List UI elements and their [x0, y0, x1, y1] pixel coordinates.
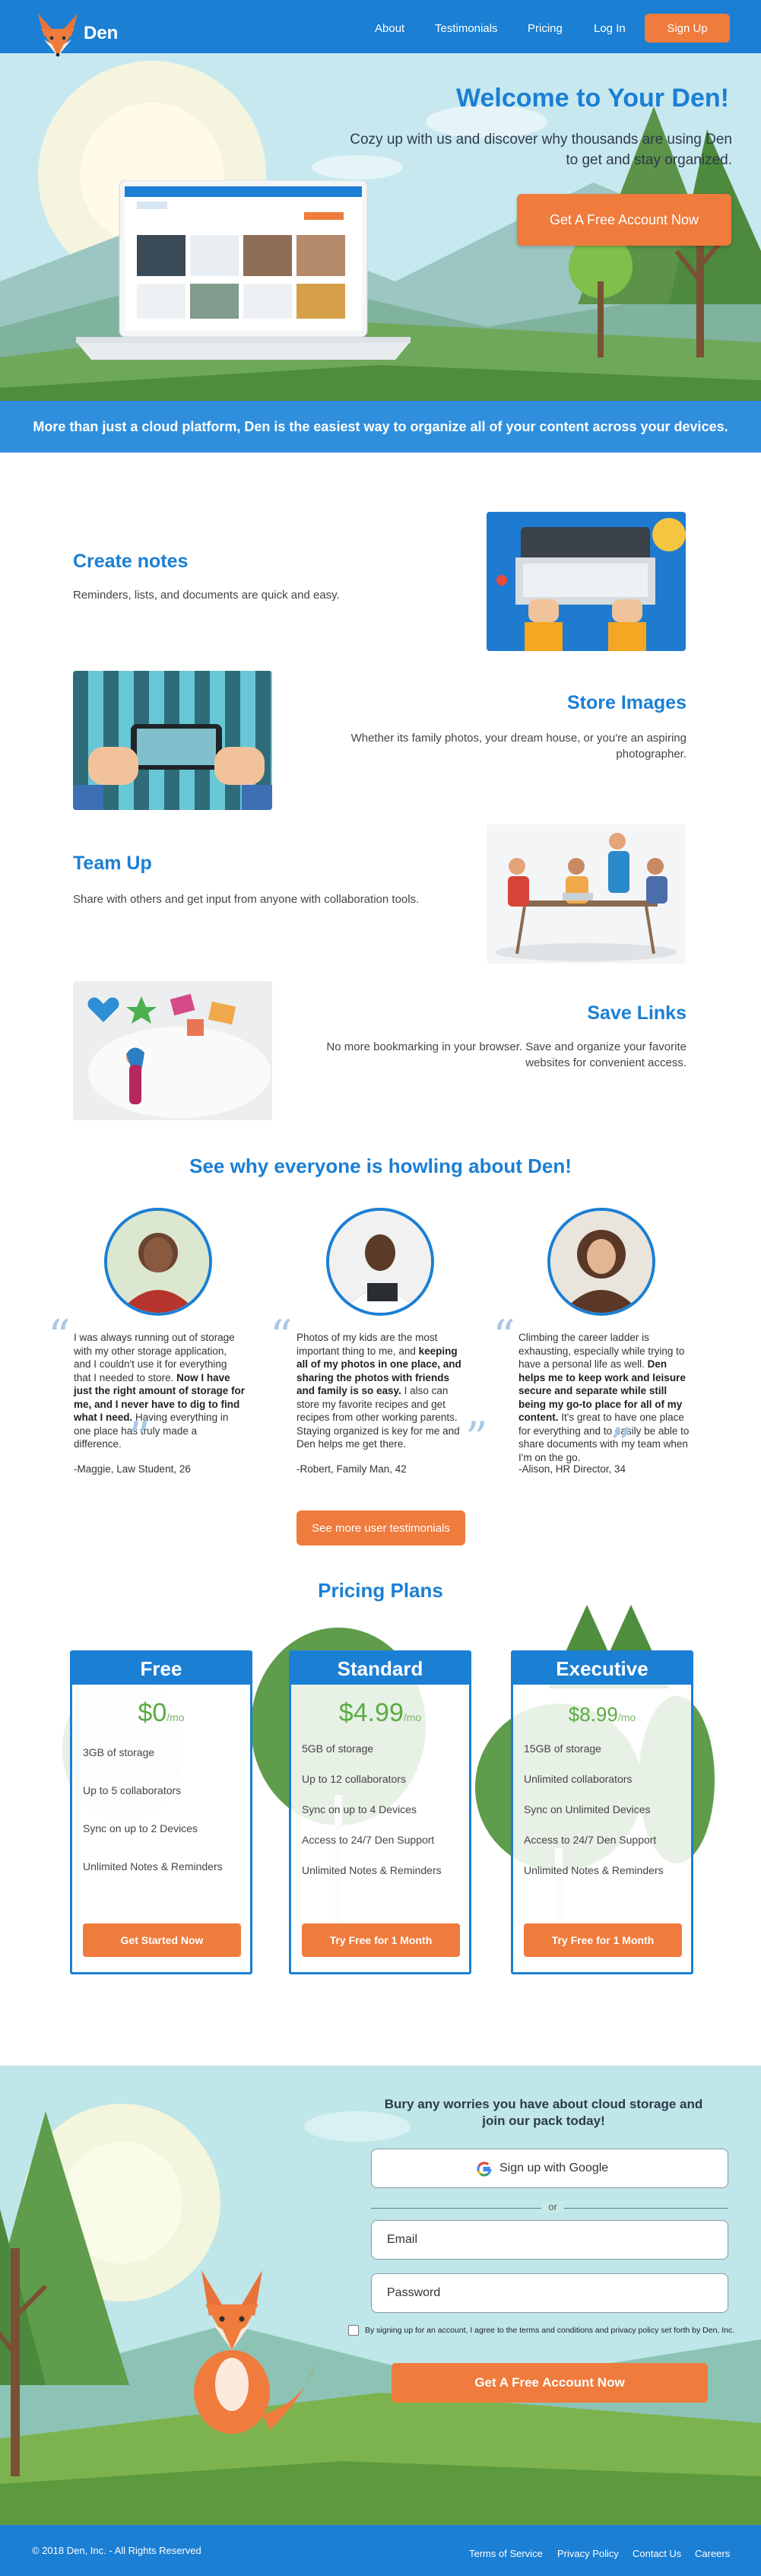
feature-text-images: Whether its family photos, your dream ho… — [350, 732, 686, 761]
footer-link-careers[interactable]: Careers — [695, 2548, 730, 2559]
testimonial-quote-alison: Climbing the career ladder is exhausting… — [518, 1331, 690, 1464]
testimonial-author: -Maggie, Law Student, 26 — [74, 1463, 191, 1475]
avatar-maggie — [104, 1208, 212, 1316]
hero-subtitle: Cozy up with us and discover why thousan… — [350, 132, 732, 168]
feature-title-team: Team Up — [73, 853, 152, 874]
footer-link-terms[interactable]: Terms of Service — [469, 2548, 543, 2559]
feature-title-notes: Create notes — [73, 551, 189, 572]
avatar-alison — [547, 1208, 655, 1316]
plan-feature: Unlimited Notes & Reminders — [524, 1864, 664, 1876]
notes-image — [487, 512, 686, 651]
signup-button[interactable]: Sign Up — [645, 14, 730, 43]
hero-title: Welcome to Your Den! — [456, 84, 729, 113]
testimonial-quote-maggie: I was always running out of storage with… — [74, 1331, 245, 1451]
plan-executive: Executive $8.99/mo 15GB of storage Unlim… — [511, 1650, 693, 1974]
footer-link-privacy[interactable]: Privacy Policy — [557, 2548, 619, 2559]
feature-title-links: Save Links — [587, 1002, 686, 1024]
plan-feature: Sync on up to 2 Devices — [83, 1822, 198, 1834]
nav-about[interactable]: About — [375, 22, 404, 35]
copyright: © 2018 Den, Inc. - All Rights Reserved — [32, 2545, 201, 2556]
plan-feature: 15GB of storage — [524, 1742, 601, 1755]
quote-open-icon: “ — [493, 1310, 515, 1362]
email-placeholder: Email — [387, 2233, 418, 2246]
avatar-robert — [326, 1208, 434, 1316]
password-field[interactable]: Password — [371, 2273, 728, 2313]
google-signup-label: Sign up with Google — [499, 2161, 609, 2174]
quote-open-icon: “ — [270, 1310, 293, 1362]
testimonial-author: -Robert, Family Man, 42 — [296, 1463, 407, 1475]
nav-pricing[interactable]: Pricing — [528, 22, 563, 35]
plan-feature: Unlimited Notes & Reminders — [83, 1860, 223, 1872]
plan-price: $0/mo — [138, 1698, 185, 1727]
quote-open-icon: “ — [48, 1310, 71, 1362]
testimonial-author: -Alison, HR Director, 34 — [518, 1463, 626, 1475]
plan-name: Standard — [291, 1653, 469, 1685]
plan-feature: Access to 24/7 Den Support — [302, 1834, 435, 1846]
plan-feature: Up to 5 collaborators — [83, 1784, 182, 1796]
footer: © 2018 Den, Inc. - All Rights Reserved T… — [0, 2525, 761, 2576]
quote-text-segment: Photos of my kids are the most important… — [296, 1332, 438, 1357]
plan-feature: Unlimited Notes & Reminders — [302, 1864, 442, 1876]
feature-text-team: Share with others and get input from any… — [73, 893, 420, 906]
get-started-button[interactable]: Get Started Now — [83, 1923, 241, 1957]
brand-name[interactable]: Den — [84, 23, 118, 44]
google-signup-button[interactable]: Sign up with Google — [371, 2149, 728, 2188]
plan-feature: 5GB of storage — [302, 1742, 374, 1755]
password-placeholder: Password — [387, 2286, 441, 2299]
plan-price: $8.99/mo — [568, 1703, 636, 1726]
or-label: or — [541, 2201, 564, 2212]
team-image — [487, 824, 686, 964]
terms-label: By signing up for an account, I agree to… — [365, 2326, 735, 2335]
laptop-mockup — [76, 179, 411, 386]
fox-logo-icon[interactable] — [33, 9, 82, 73]
terms-agreement: By signing up for an account, I agree to… — [348, 2325, 734, 2336]
quote-close-icon: ” — [465, 1412, 488, 1464]
footer-link-contact[interactable]: Contact Us — [633, 2548, 681, 2559]
terms-checkbox[interactable] — [348, 2325, 359, 2336]
signup-title: Bury any worries you have about cloud st… — [384, 2097, 703, 2128]
fox-illustration — [194, 2270, 315, 2434]
nav-login[interactable]: Log In — [594, 22, 626, 35]
try-free-button[interactable]: Try Free for 1 Month — [302, 1923, 460, 1957]
testimonials-title: See why everyone is howling about Den! — [189, 1155, 572, 1177]
plan-standard: Standard $4.99/mo 5GB of storage Up to 1… — [289, 1650, 471, 1974]
plan-price: $4.99/mo — [338, 1698, 422, 1727]
more-testimonials-button[interactable]: See more user testimonials — [296, 1510, 465, 1545]
quote-close-icon: ” — [128, 1412, 151, 1464]
plan-name: Executive — [513, 1653, 691, 1685]
try-free-button[interactable]: Try Free for 1 Month — [524, 1923, 682, 1957]
banner: More than just a cloud platform, Den is … — [0, 401, 761, 453]
feature-text-notes: Reminders, lists, and documents are quic… — [73, 589, 340, 602]
plan-feature: Up to 12 collaborators — [302, 1773, 406, 1785]
plan-feature: 3GB of storage — [83, 1746, 155, 1758]
top-nav: Den About Testimonials Pricing Log In Si… — [0, 0, 761, 57]
feature-text-links: No more bookmarking in your browser. Sav… — [326, 1040, 686, 1069]
plan-feature: Sync on Unlimited Devices — [524, 1803, 651, 1815]
nav-testimonials[interactable]: Testimonials — [435, 22, 498, 35]
plan-free: Free $0/mo 3GB of storage Up to 5 collab… — [70, 1650, 252, 1974]
quote-close-icon: ” — [610, 1418, 633, 1470]
signup-cta-button[interactable]: Get A Free Account Now — [392, 2363, 708, 2403]
images-image — [73, 671, 272, 810]
plan-name: Free — [72, 1653, 250, 1685]
plan-feature: Unlimited collaborators — [524, 1773, 633, 1785]
email-field[interactable]: Email — [371, 2220, 728, 2260]
links-image — [73, 981, 272, 1120]
google-icon — [477, 2161, 492, 2177]
feature-title-images: Store Images — [566, 692, 686, 713]
hero-cta-button[interactable]: Get A Free Account Now — [517, 194, 731, 246]
plan-feature: Access to 24/7 Den Support — [524, 1834, 657, 1846]
testimonial-quote-robert: Photos of my kids are the most important… — [296, 1331, 468, 1451]
plan-feature: Sync on up to 4 Devices — [302, 1803, 417, 1815]
